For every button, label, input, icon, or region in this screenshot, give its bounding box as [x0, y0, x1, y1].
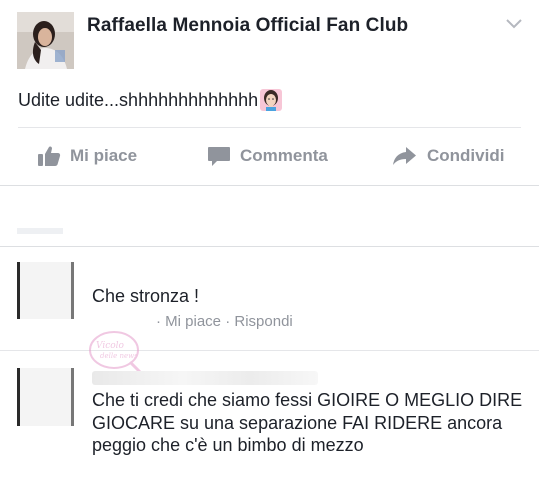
chevron-down-icon[interactable]: [504, 16, 524, 32]
page-avatar[interactable]: [17, 12, 74, 69]
thumbs-up-icon: [38, 146, 61, 166]
comment-text: Che ti credi che siamo fessi GIOIRE O ME…: [92, 390, 523, 455]
watermark-emblem-icon: Vicolo delle news: [89, 331, 144, 376]
post-actions-bar: Mi piace Commenta Condividi: [0, 128, 539, 184]
like-label: Mi piace: [70, 146, 138, 165]
comment-author-redacted: [92, 371, 318, 385]
page-name[interactable]: Raffaella Mennoia Official Fan Club: [87, 15, 408, 37]
comment-meta: · Mi piace · Rispondi: [156, 313, 293, 330]
watermark-logo: Vicolo delle news: [86, 328, 234, 376]
shushing-emoji-icon: [260, 89, 283, 111]
comment-label: Commenta: [240, 146, 328, 165]
faint-placeholder: [17, 228, 63, 234]
profile-photo: [17, 12, 74, 69]
speech-bubble-icon: [208, 147, 230, 166]
comment-divider: [0, 350, 539, 351]
meta-dot: ·: [225, 313, 231, 330]
share-arrow-icon: [393, 147, 416, 165]
comment-text: Che stronza !: [92, 286, 200, 306]
comment-avatar[interactable]: [17, 262, 74, 319]
share-label: Condividi: [427, 146, 505, 165]
post-body: Udite udite...shhhhhhhhhhhhh: [18, 90, 259, 110]
comments-divider: [0, 246, 539, 247]
post-text: Udite udite...shhhhhhhhhhhhh: [18, 89, 283, 111]
share-button[interactable]: Condividi: [392, 128, 504, 184]
comment-reply-link[interactable]: Rispondi: [234, 313, 292, 330]
comment-like-link[interactable]: Mi piace: [165, 313, 221, 330]
comments-section-top: [0, 185, 539, 248]
meta-dot: ·: [156, 313, 161, 330]
post-card: Raffaella Mennoia Official Fan Club Udit…: [0, 0, 539, 185]
like-button[interactable]: Mi piace: [37, 128, 137, 184]
comment-button[interactable]: Commenta: [207, 128, 328, 184]
comment-avatar[interactable]: [17, 368, 74, 426]
svg-text:delle news: delle news: [100, 352, 138, 360]
